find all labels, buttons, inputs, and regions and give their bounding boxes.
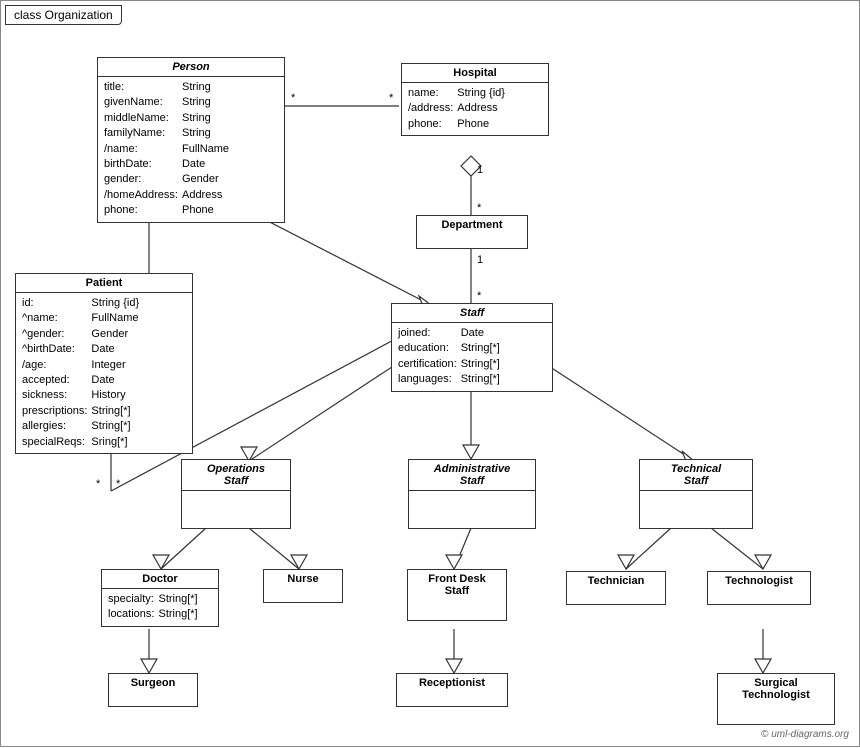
svg-text:*: *	[477, 290, 482, 302]
technologist-class: Technologist	[707, 571, 811, 605]
staff-attrs: joined:Date education:String[*] certific…	[392, 323, 552, 391]
doctor-title: Doctor	[102, 570, 218, 589]
front-desk-staff-class: Front DeskStaff	[407, 569, 507, 621]
technologist-title: Technologist	[708, 572, 810, 590]
svg-text:*: *	[96, 478, 101, 490]
patient-title: Patient	[16, 274, 192, 293]
svg-text:*: *	[116, 478, 121, 490]
svg-text:1: 1	[477, 254, 483, 266]
staff-class: Staff joined:Date education:String[*] ce…	[391, 303, 553, 392]
staff-title: Staff	[392, 304, 552, 323]
department-class: Department	[416, 215, 528, 249]
svg-text:*: *	[291, 92, 296, 104]
svg-text:1: 1	[477, 164, 483, 176]
department-title: Department	[417, 216, 527, 234]
diagram-title: class Organization	[5, 5, 122, 25]
technician-title: Technician	[567, 572, 665, 590]
front-desk-staff-title: Front DeskStaff	[408, 570, 506, 600]
surgeon-class: Surgeon	[108, 673, 198, 707]
patient-class: Patient id:String {id} ^name:FullName ^g…	[15, 273, 193, 454]
hospital-attrs: name:String {id} /address:Address phone:…	[402, 83, 548, 135]
hospital-title: Hospital	[402, 64, 548, 83]
operations-staff-title: OperationsStaff	[182, 460, 290, 491]
nurse-class: Nurse	[263, 569, 343, 603]
administrative-staff-title: AdministrativeStaff	[409, 460, 535, 491]
receptionist-title: Receptionist	[397, 674, 507, 692]
operations-staff-class: OperationsStaff	[181, 459, 291, 529]
diagram-container: class Organization * * 1 * 1 *	[0, 0, 860, 747]
svg-text:*: *	[389, 92, 394, 104]
patient-attrs: id:String {id} ^name:FullName ^gender:Ge…	[16, 293, 192, 453]
svg-text:*: *	[477, 202, 482, 214]
receptionist-class: Receptionist	[396, 673, 508, 707]
copyright: © uml-diagrams.org	[761, 729, 849, 740]
technical-staff-title: TechnicalStaff	[640, 460, 752, 491]
technical-staff-class: TechnicalStaff	[639, 459, 753, 529]
doctor-attrs: specialty:String[*] locations:String[*]	[102, 589, 218, 626]
surgeon-title: Surgeon	[109, 674, 197, 692]
surgical-technologist-title: SurgicalTechnologist	[718, 674, 834, 704]
person-title: Person	[98, 58, 284, 77]
person-attrs: title:String givenName:String middleName…	[98, 77, 284, 222]
nurse-title: Nurse	[264, 570, 342, 588]
surgical-technologist-class: SurgicalTechnologist	[717, 673, 835, 725]
hospital-class: Hospital name:String {id} /address:Addre…	[401, 63, 549, 136]
administrative-staff-class: AdministrativeStaff	[408, 459, 536, 529]
doctor-class: Doctor specialty:String[*] locations:Str…	[101, 569, 219, 627]
person-class: Person title:String givenName:String mid…	[97, 57, 285, 223]
technician-class: Technician	[566, 571, 666, 605]
